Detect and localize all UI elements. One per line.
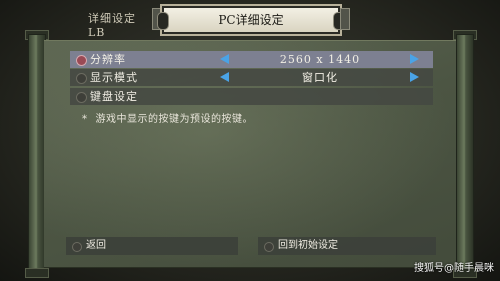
back-button[interactable]: 返回 <box>66 237 238 255</box>
setting-label-display-mode: 显示模式 <box>90 71 138 84</box>
note-star: * <box>82 114 88 125</box>
setting-value-display-mode: 窗口化 <box>302 71 338 84</box>
tab-knob-left <box>157 12 169 30</box>
reset-defaults-button[interactable]: 回到初始设定 <box>258 237 436 255</box>
scroll-left-cap-bottom <box>25 268 49 278</box>
watermark: 搜狐号@随手晨咪 <box>414 263 494 274</box>
tab-detail-settings[interactable]: 详细设定 LB <box>88 10 148 39</box>
tab-right-cap <box>340 8 350 30</box>
back-button-label: 返回 <box>86 240 106 251</box>
setting-label-keyboard: 键盘设定 <box>90 90 138 103</box>
arrow-left-icon[interactable] <box>220 54 229 64</box>
button-bullet-icon <box>72 242 82 252</box>
tab-pc-detail-label: PC详细设定 <box>218 13 284 27</box>
button-bullet-icon <box>264 242 274 252</box>
arrow-right-icon[interactable] <box>410 72 419 82</box>
row-bullet-icon <box>76 55 87 66</box>
row-bullet-icon <box>76 92 87 103</box>
reset-defaults-label: 回到初始设定 <box>278 240 338 251</box>
row-bullet-icon <box>76 73 87 84</box>
setting-value-resolution: 2560 x 1440 <box>279 53 361 66</box>
scroll-right-roller <box>456 34 474 272</box>
setting-label-resolution: 分辨率 <box>90 53 126 66</box>
arrow-right-icon[interactable] <box>410 54 419 64</box>
keybind-note: * 游戏中显示的按键为预设的按键。 <box>82 110 253 125</box>
setting-row-keyboard[interactable]: 键盘设定 <box>70 88 433 105</box>
setting-row-display-mode[interactable]: 显示模式 窗口化 <box>70 69 433 86</box>
setting-row-resolution[interactable]: 分辨率 2560 x 1440 <box>70 51 433 68</box>
arrow-left-icon[interactable] <box>220 72 229 82</box>
tab-pc-detail-settings[interactable]: PC详细设定 <box>157 6 345 34</box>
note-text: 游戏中显示的按键为预设的按键。 <box>95 114 253 125</box>
